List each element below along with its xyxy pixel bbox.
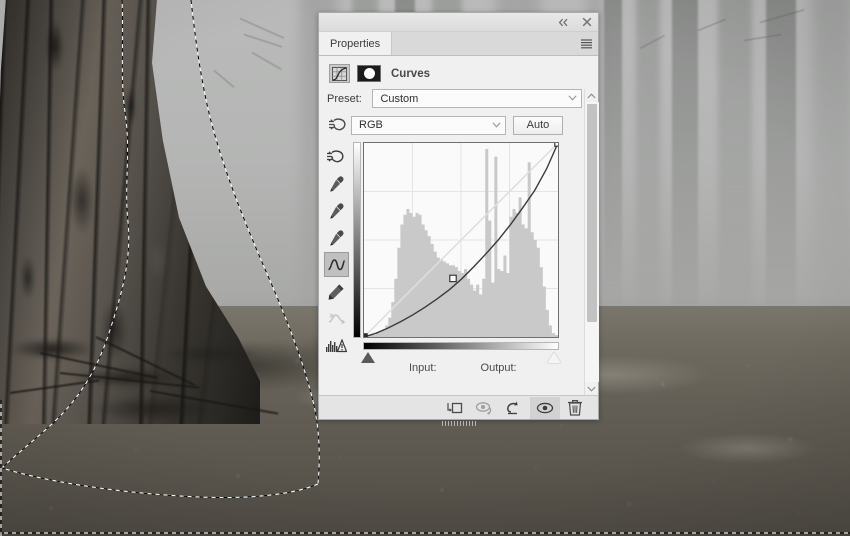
adjustment-header: Curves — [319, 56, 598, 89]
toggle-mask-view-button[interactable] — [470, 397, 500, 419]
tabbar-spacer — [392, 32, 574, 55]
smooth-curve-tool[interactable] — [324, 306, 349, 331]
panel-resize-grip[interactable] — [441, 421, 476, 426]
panel-footer — [319, 395, 598, 419]
chevron-up-icon[interactable] — [585, 89, 599, 102]
curves-adjustment-icon[interactable] — [329, 64, 350, 83]
white-point-triangle[interactable] — [547, 352, 561, 363]
auto-button[interactable]: Auto — [513, 115, 563, 135]
reset-adjustment-button[interactable] — [500, 397, 530, 419]
edit-points-curve-tool[interactable] — [323, 252, 349, 277]
curves-grid[interactable] — [363, 142, 559, 338]
adjustment-title: Curves — [391, 67, 430, 80]
double-chevron-left-icon[interactable] — [556, 15, 571, 30]
on-image-adjust-tool[interactable] — [324, 144, 349, 169]
delete-adjustment-layer-button[interactable] — [560, 397, 590, 419]
tab-properties[interactable]: Properties — [319, 32, 393, 55]
photoshop-canvas: Properties Curves Preset: Custom RGB Aut… — [0, 0, 850, 536]
toggle-layer-visibility-button[interactable] — [530, 396, 560, 419]
curves-graph[interactable]: Input: Output: — [353, 142, 561, 374]
clip-to-layer-button[interactable] — [440, 397, 470, 419]
black-point-eyedropper[interactable] — [324, 171, 349, 196]
curves-graph-area: Input: Output: — [323, 142, 582, 374]
white-point-eyedropper[interactable] — [324, 225, 349, 250]
chevron-down-icon[interactable] — [585, 382, 599, 395]
mask-shape — [363, 68, 375, 79]
output-gradient-strip — [353, 142, 361, 338]
panel-titlebar — [319, 13, 598, 32]
panel-tabbar: Properties — [319, 32, 598, 56]
preset-select[interactable]: Custom — [372, 89, 582, 108]
panel-content-scroll: Preset: Custom RGB Auto Input: Output: — [319, 89, 599, 395]
histogram-clipping-warning[interactable] — [324, 333, 349, 358]
panel-scrollbar[interactable] — [584, 89, 599, 395]
channel-select[interactable]: RGB — [351, 115, 506, 135]
channel-row: RGB Auto — [327, 114, 582, 136]
close-icon[interactable] — [579, 15, 594, 30]
panel-body: Curves Preset: Custom RGB Auto Input: Ou… — [319, 56, 599, 426]
hamburger-menu-icon[interactable] — [574, 32, 598, 55]
scrollbar-thumb[interactable] — [586, 104, 597, 322]
panel-content: Preset: Custom RGB Auto Input: Output: — [319, 89, 584, 395]
chevron-down-icon — [568, 94, 577, 103]
scrollbar-track[interactable] — [584, 102, 599, 382]
graph-holder — [353, 142, 561, 363]
on-image-adjustment-icon[interactable] — [325, 114, 351, 136]
layer-mask-thumbnail[interactable] — [357, 65, 381, 82]
input-gradient-strip — [363, 342, 559, 350]
properties-panel[interactable]: Properties Curves Preset: Custom RGB Aut… — [318, 12, 599, 426]
channel-value: RGB — [359, 119, 383, 131]
chevron-down-icon — [492, 121, 501, 130]
black-point-triangle[interactable] — [361, 352, 375, 363]
gray-point-eyedropper[interactable] — [324, 198, 349, 223]
curve-plot[interactable] — [364, 143, 558, 337]
preset-value: Custom — [380, 92, 419, 105]
blackwhite-point-sliders — [361, 352, 561, 366]
draw-curve-pencil-tool[interactable] — [324, 279, 349, 304]
preset-label: Preset: — [327, 92, 362, 105]
curves-tool-rail — [321, 142, 351, 374]
preset-row: Preset: Custom — [327, 89, 582, 108]
